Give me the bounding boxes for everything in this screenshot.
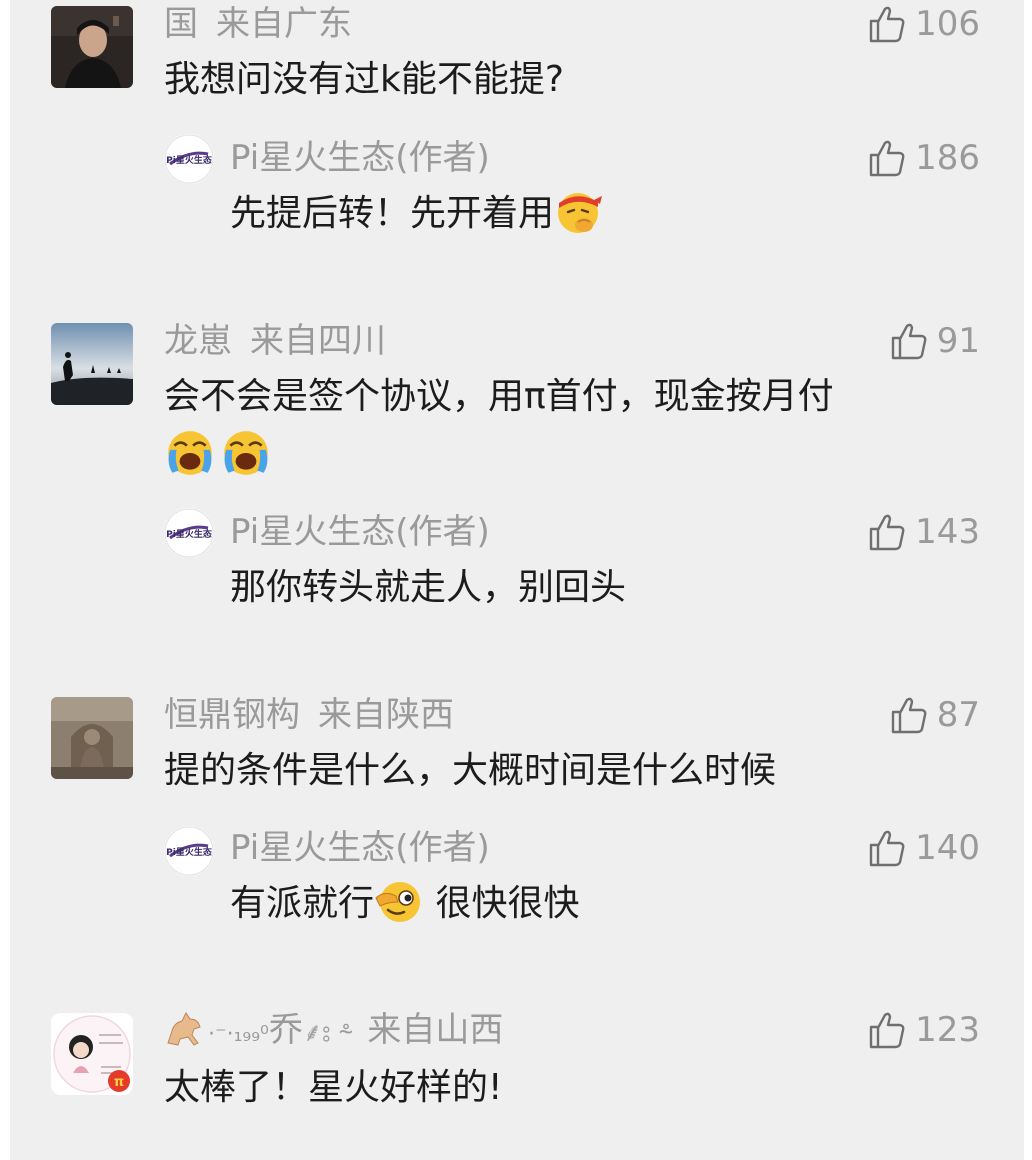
- location: 来自四川: [250, 321, 386, 361]
- reply-meta: Pi星火生态(作者): [230, 512, 490, 552]
- author-name[interactable]: Pi星火生态: [230, 138, 395, 178]
- reply-text: 先提后转！先开着用: [230, 188, 604, 240]
- thumbs-up-outline-icon: [891, 323, 927, 360]
- loudly-crying-face-emoji: [168, 431, 212, 475]
- author-avatar[interactable]: Pi星火生态: [164, 508, 214, 558]
- like-count: 91: [936, 321, 980, 361]
- like-button[interactable]: 87: [891, 695, 980, 735]
- reply-meta: Pi星火生态(作者): [230, 138, 490, 178]
- user-avatar[interactable]: [51, 6, 133, 88]
- user-avatar[interactable]: π: [51, 1013, 133, 1095]
- comment-meta: ·⁻·₁₉₉⁰乔⸙⦂ ⸛ 来自山西: [164, 1010, 503, 1055]
- username[interactable]: 龙崽: [164, 321, 232, 361]
- author-name[interactable]: Pi星火生态: [230, 512, 395, 552]
- pi-logo-icon: Pi星火生态: [164, 826, 214, 876]
- username[interactable]: 恒鼎钢构: [164, 695, 300, 735]
- avatar-photo-icon: [51, 6, 133, 88]
- face-with-finger-emoji: [375, 882, 421, 922]
- comment-meta: 龙崽 来自四川: [164, 321, 386, 361]
- thumbs-up-outline-icon: [869, 1012, 905, 1049]
- like-count: 143: [915, 512, 980, 552]
- author-tag: (作者): [395, 138, 490, 178]
- comment-text: 会不会是签个协议，用π首付，现金按月付: [164, 376, 834, 417]
- avatar-photo-icon: [51, 323, 133, 405]
- like-count: 106: [915, 4, 980, 44]
- thumbs-up-outline-icon: [869, 6, 905, 43]
- like-button[interactable]: 106: [869, 4, 980, 44]
- avatar-cartoon-girl-icon: π: [51, 1013, 133, 1095]
- author-avatar[interactable]: Pi星火生态: [164, 826, 214, 876]
- comment-list: 国来自广东 106 我想问没有过k能不能提? Pi星火生态 Pi星火生态(作者)…: [10, 0, 1024, 1160]
- author-tag: (作者): [395, 512, 490, 552]
- like-button[interactable]: 123: [869, 1010, 980, 1050]
- like-count: 123: [915, 1010, 980, 1050]
- like-button[interactable]: 186: [869, 138, 980, 178]
- reply-meta: Pi星火生态(作者): [230, 828, 490, 868]
- username[interactable]: 国: [164, 4, 198, 44]
- thumbs-up-outline-icon: [891, 697, 927, 734]
- like-button[interactable]: 140: [869, 828, 980, 868]
- thumbs-up-outline-icon: [869, 140, 905, 177]
- comment-text: 太棒了！星火好样的!: [164, 1067, 503, 1108]
- comment-meta: 恒鼎钢构 来自陕西: [164, 695, 454, 735]
- reply-text-after: 很快很快: [424, 883, 580, 924]
- location: 来自陕西: [318, 695, 454, 735]
- horse-icon: [167, 1011, 201, 1046]
- comment-meta: 国来自广东: [164, 4, 352, 44]
- user-avatar[interactable]: [51, 323, 133, 405]
- location: 来自山西: [367, 1010, 504, 1050]
- face-with-hand-over-mouth-headband-emoji: [558, 193, 603, 233]
- svg-text:Pi星火生态: Pi星火生态: [166, 528, 212, 540]
- reply-text-before: 有派就行: [230, 883, 375, 924]
- like-button[interactable]: 143: [869, 512, 980, 552]
- loudly-crying-face-emoji: [224, 431, 268, 475]
- avatar-photo-icon: [51, 697, 133, 779]
- author-tag: (作者): [395, 828, 490, 868]
- author-name[interactable]: Pi星火生态: [230, 828, 395, 868]
- thumbs-up-outline-icon: [869, 514, 905, 551]
- like-button[interactable]: 91: [891, 321, 980, 361]
- like-count: 186: [915, 138, 980, 178]
- reply-text: 那你转头就走人，别回头: [230, 567, 627, 608]
- username[interactable]: ·⁻·₁₉₉⁰乔⸙⦂ ⸛: [164, 1010, 367, 1050]
- reply-text-content: 先提后转！先开着用: [230, 193, 555, 234]
- user-avatar[interactable]: [51, 697, 133, 779]
- comment-emoji-row: [164, 427, 272, 483]
- author-avatar[interactable]: Pi星火生态: [164, 134, 214, 184]
- comment-text: 我想问没有过k能不能提?: [164, 59, 564, 100]
- svg-text:π: π: [114, 1075, 124, 1090]
- location: 来自广东: [216, 4, 352, 44]
- comment-text: 提的条件是什么，大概时间是什么时候: [164, 750, 777, 791]
- like-count: 87: [936, 695, 980, 735]
- svg-text:Pi星火生态: Pi星火生态: [166, 154, 212, 166]
- pi-logo-icon: Pi星火生态: [164, 508, 214, 558]
- reply-text: 有派就行 很快很快: [230, 878, 579, 930]
- svg-text:Pi星火生态: Pi星火生态: [166, 846, 212, 858]
- thumbs-up-outline-icon: [869, 830, 905, 867]
- pi-logo-icon: Pi星火生态: [164, 134, 214, 184]
- like-count: 140: [915, 828, 980, 868]
